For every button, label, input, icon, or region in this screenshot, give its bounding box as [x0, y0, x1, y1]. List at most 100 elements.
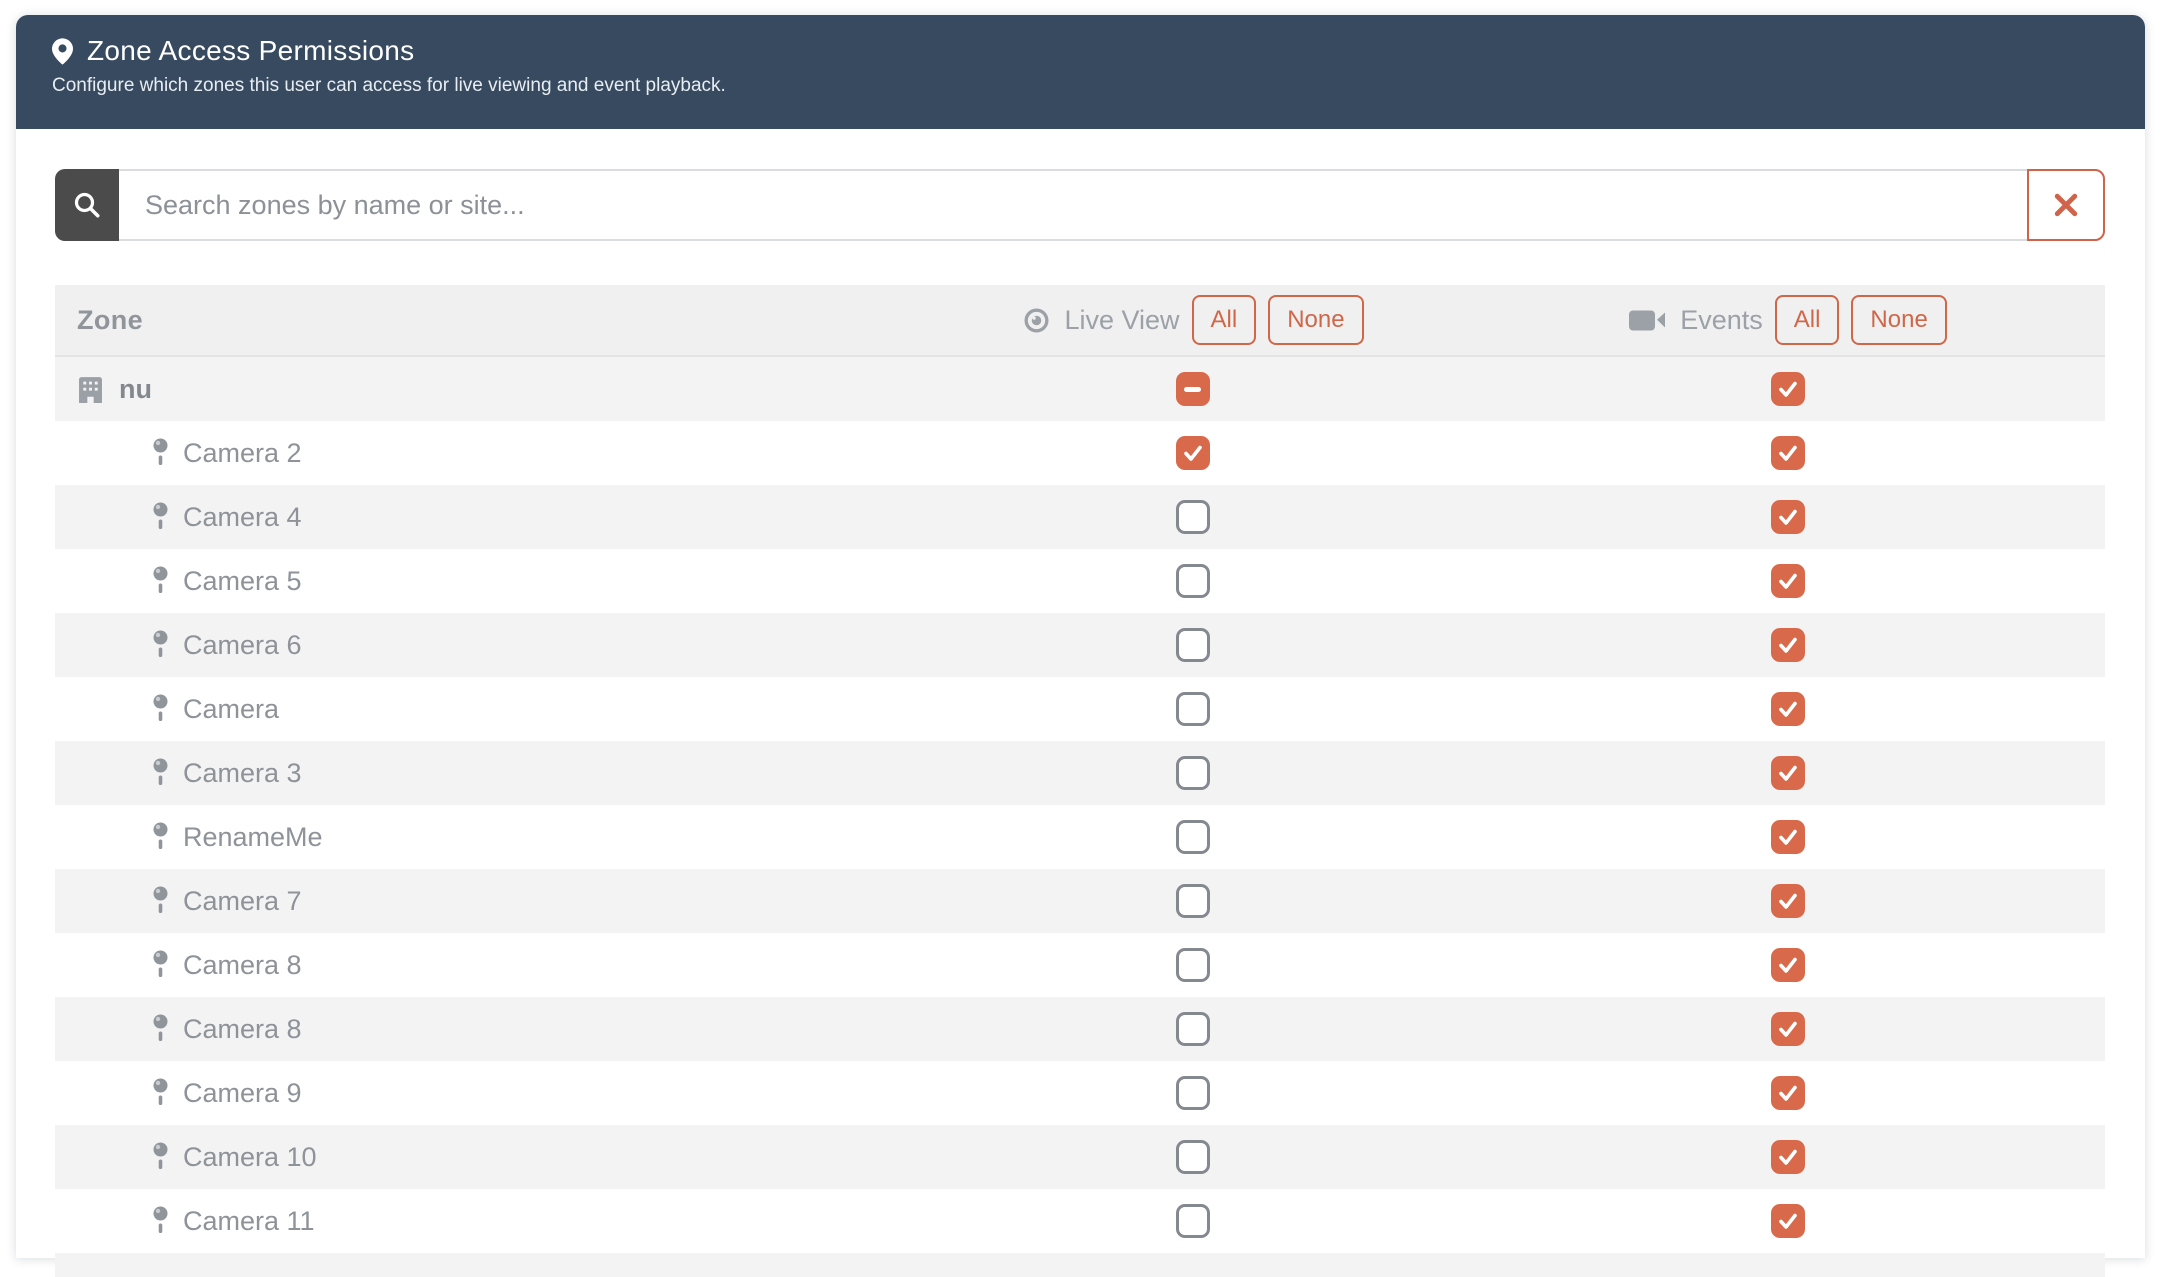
search-input[interactable]	[119, 171, 2027, 239]
zone-access-permissions-panel: Zone Access Permissions Configure which …	[16, 15, 2145, 1258]
events-checkbox[interactable]	[1771, 500, 1805, 534]
partial-row	[55, 1253, 2105, 1277]
camera-pin-icon	[153, 438, 168, 469]
live-view-cell	[915, 436, 1470, 470]
zone-name: Camera 8	[183, 950, 302, 981]
zone-name: Camera 8	[183, 1014, 302, 1045]
events-checkbox[interactable]	[1771, 1076, 1805, 1110]
live-view-cell	[915, 372, 1470, 406]
eye-icon	[1021, 305, 1052, 336]
close-icon	[2052, 191, 2080, 219]
zone-name: Camera 7	[183, 886, 302, 917]
zones-table: Zone Live View All None	[55, 285, 2105, 1277]
table-header: Zone Live View All None	[55, 285, 2105, 357]
clear-search-button[interactable]	[2027, 169, 2105, 241]
live-view-cell	[915, 884, 1470, 918]
events-column-header: Events All None	[1470, 295, 2105, 345]
zone-row: Camera 8	[55, 997, 2105, 1061]
events-checkbox[interactable]	[1771, 884, 1805, 918]
events-cell	[1470, 692, 2105, 726]
zone-row: Camera 7	[55, 869, 2105, 933]
events-cell	[1470, 500, 2105, 534]
events-all-button[interactable]: All	[1775, 295, 1840, 345]
events-checkbox[interactable]	[1771, 1012, 1805, 1046]
search-button[interactable]	[55, 169, 119, 241]
camera-pin-icon	[153, 758, 168, 789]
live-view-checkbox[interactable]	[1176, 372, 1210, 406]
zone-cell: Camera	[55, 694, 915, 725]
live-view-checkbox[interactable]	[1176, 884, 1210, 918]
zone-name: Camera	[183, 694, 279, 725]
live-view-cell	[915, 692, 1470, 726]
zone-row: Camera 3	[55, 741, 2105, 805]
zone-cell: Camera 7	[55, 886, 915, 917]
live-view-all-button[interactable]: All	[1192, 295, 1257, 345]
live-view-cell	[915, 1140, 1470, 1174]
events-cell	[1470, 820, 2105, 854]
live-view-checkbox[interactable]	[1176, 756, 1210, 790]
live-view-checkbox[interactable]	[1176, 692, 1210, 726]
events-checkbox[interactable]	[1771, 756, 1805, 790]
events-none-button[interactable]: None	[1851, 295, 1946, 345]
zone-cell: Camera 8	[55, 950, 915, 981]
location-pin-icon	[52, 38, 73, 65]
live-view-checkbox[interactable]	[1176, 820, 1210, 854]
events-cell	[1470, 884, 2105, 918]
events-checkbox[interactable]	[1771, 564, 1805, 598]
live-view-checkbox[interactable]	[1176, 500, 1210, 534]
zone-cell: Camera 9	[55, 1078, 915, 1109]
events-cell	[1470, 372, 2105, 406]
events-cell	[1470, 436, 2105, 470]
events-checkbox[interactable]	[1771, 372, 1805, 406]
events-label: Events	[1680, 305, 1763, 336]
zone-cell: Camera 2	[55, 438, 915, 469]
live-view-checkbox[interactable]	[1176, 628, 1210, 662]
events-cell	[1470, 1204, 2105, 1238]
zone-name: Camera 11	[183, 1206, 315, 1237]
live-view-checkbox[interactable]	[1176, 1140, 1210, 1174]
video-camera-icon	[1628, 307, 1668, 334]
events-checkbox[interactable]	[1771, 436, 1805, 470]
zone-name: Camera 2	[183, 438, 302, 469]
events-cell	[1470, 1076, 2105, 1110]
camera-pin-icon	[153, 1014, 168, 1045]
live-view-none-button[interactable]: None	[1268, 295, 1363, 345]
zone-cell: RenameMe	[55, 822, 915, 853]
camera-pin-icon	[153, 566, 168, 597]
live-view-cell	[915, 948, 1470, 982]
live-view-label: Live View	[1064, 305, 1179, 336]
zone-row: Camera 5	[55, 549, 2105, 613]
zone-name: Camera 5	[183, 566, 302, 597]
live-view-checkbox[interactable]	[1176, 1076, 1210, 1110]
events-checkbox[interactable]	[1771, 948, 1805, 982]
live-view-checkbox[interactable]	[1176, 564, 1210, 598]
search-bar	[55, 169, 2105, 241]
events-checkbox[interactable]	[1771, 628, 1805, 662]
live-view-checkbox[interactable]	[1176, 1012, 1210, 1046]
events-checkbox[interactable]	[1771, 1140, 1805, 1174]
zone-name: nu	[119, 374, 152, 405]
page-subtitle: Configure which zones this user can acce…	[52, 75, 2105, 97]
live-view-cell	[915, 820, 1470, 854]
zone-row: Camera	[55, 677, 2105, 741]
live-view-checkbox[interactable]	[1176, 948, 1210, 982]
events-checkbox[interactable]	[1771, 1204, 1805, 1238]
events-cell	[1470, 756, 2105, 790]
building-icon	[77, 376, 104, 403]
zone-column-header: Zone	[55, 305, 915, 336]
zone-row: Camera 6	[55, 613, 2105, 677]
events-checkbox[interactable]	[1771, 692, 1805, 726]
live-view-cell	[915, 1076, 1470, 1110]
live-view-checkbox[interactable]	[1176, 436, 1210, 470]
zone-row: Camera 4	[55, 485, 2105, 549]
zone-row: Camera 8	[55, 933, 2105, 997]
live-view-cell	[915, 564, 1470, 598]
live-view-checkbox[interactable]	[1176, 1204, 1210, 1238]
zones-table-body: nu	[55, 357, 2105, 1253]
zone-name: Camera 10	[183, 1142, 317, 1173]
camera-pin-icon	[153, 1206, 168, 1237]
events-checkbox[interactable]	[1771, 820, 1805, 854]
live-view-cell	[915, 756, 1470, 790]
camera-pin-icon	[153, 694, 168, 725]
zone-name: RenameMe	[183, 822, 323, 853]
